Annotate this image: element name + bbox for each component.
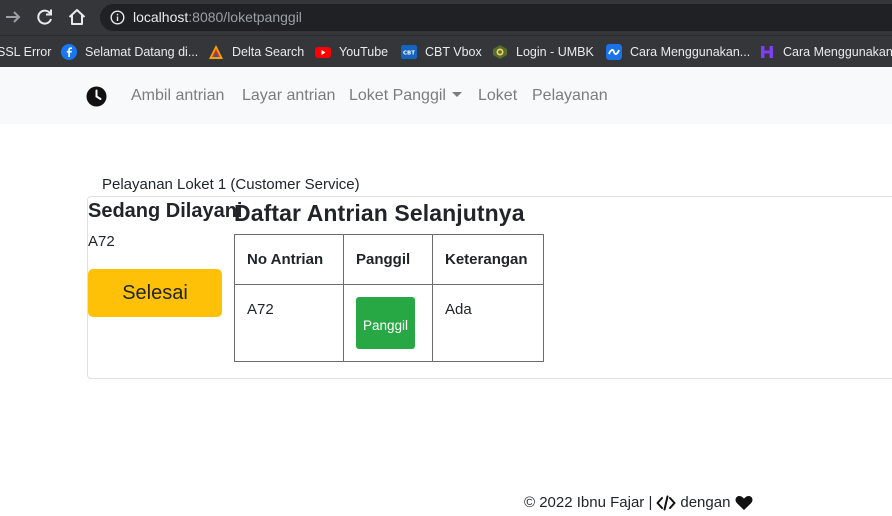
top-navbar: Ambil antrian Layar antrian Loket Panggi… [0, 67, 892, 124]
youtube-icon [315, 47, 331, 58]
bookmark-label: Cara Menggunakan... [630, 45, 751, 59]
home-icon[interactable] [66, 6, 88, 28]
browser-toolbar: localhost:8080/loketpanggil [0, 0, 892, 35]
footer: © 2022 Ibnu Fajar | dengan [524, 494, 757, 511]
bookmark-label: Delta Search [232, 45, 305, 59]
bookmark-cbt-vbox[interactable]: CBT CBT Vbox [401, 42, 482, 62]
arrow-right-icon[interactable] [2, 6, 24, 28]
bookmark-cara-menggunakan-1[interactable]: Cara Menggunakan... [606, 42, 750, 62]
bookmarks-bar: SSL Error Selamat Datang di... Delta Sea… [0, 35, 892, 67]
svg-text:CBT: CBT [403, 51, 415, 57]
nav-layar-antrian[interactable]: Layar antrian [242, 87, 335, 105]
bookmark-label: Login - UMBK [516, 45, 594, 59]
bookmark-label: CBT Vbox [425, 45, 482, 59]
nav-loket[interactable]: Loket [478, 87, 517, 105]
column-header-status: Keterangan [432, 234, 544, 285]
url-host: localhost [133, 9, 189, 25]
queue-table: No Antrian Panggil Keterangan A72 Panggi… [234, 234, 544, 362]
queue-heading: Daftar Antrian Selanjutnya [234, 200, 525, 226]
footer-text: dengan [680, 494, 731, 511]
heart-icon [735, 495, 753, 510]
column-header-call: Panggil [343, 234, 433, 285]
table-header-row: No Antrian Panggil Keterangan [234, 234, 544, 285]
nav-loket-panggil-label: Loket Panggil [349, 87, 446, 104]
call-button[interactable]: Panggil [356, 297, 415, 349]
clock-icon[interactable] [86, 86, 107, 107]
bookmark-cara-menggunakan-2[interactable]: Cara Menggunakan... [759, 42, 892, 62]
column-header-number: No Antrian [234, 234, 344, 285]
done-button[interactable]: Selesai [88, 269, 222, 317]
facebook-icon [61, 44, 77, 60]
cell-queue-number: A72 [234, 284, 344, 362]
cbt-icon: CBT [401, 45, 417, 59]
bookmark-label: Cara Menggunakan... [783, 45, 892, 59]
bookmark-ssl-error[interactable]: SSL Error [0, 42, 51, 62]
bookmark-label: YouTube [339, 45, 389, 59]
bookmark-label: Selamat Datang di... [85, 45, 199, 59]
table-row: A72 Panggil Ada [234, 284, 544, 362]
nav-pelayanan[interactable]: Pelayanan [532, 87, 608, 105]
card-title: Pelayanan Loket 1 (Customer Service) [102, 176, 360, 193]
umbk-icon [493, 45, 507, 59]
reload-icon[interactable] [34, 6, 56, 28]
bookmark-delta-search[interactable]: Delta Search [208, 42, 304, 62]
chevron-down-icon [451, 92, 462, 97]
h-icon [761, 46, 773, 58]
cell-call: Panggil [343, 284, 433, 362]
url-text[interactable]: localhost:8080/loketpanggil [133, 9, 302, 25]
nav-loket-panggil[interactable]: Loket Panggil [349, 87, 462, 105]
serving-number: A72 [88, 233, 115, 250]
serving-heading: Sedang Dilayani [88, 200, 243, 222]
bookmark-youtube[interactable]: YouTube [315, 42, 388, 62]
footer-copyright: © 2022 Ibnu Fajar | [524, 494, 653, 511]
code-icon [656, 495, 676, 510]
bookmark-label: SSL Error [0, 45, 52, 59]
wave-icon [606, 44, 622, 60]
nav-ambil-antrian[interactable]: Ambil antrian [131, 87, 224, 105]
bookmark-login-umbk[interactable]: Login - UMBK [492, 42, 594, 62]
delta-icon [209, 45, 223, 59]
bookmark-selamat-datang[interactable]: Selamat Datang di... [61, 42, 198, 62]
info-icon[interactable] [110, 10, 125, 25]
url-path: :8080/loketpanggil [188, 9, 302, 25]
cell-status: Ada [432, 284, 544, 362]
address-bar[interactable]: localhost:8080/loketpanggil [100, 4, 892, 31]
